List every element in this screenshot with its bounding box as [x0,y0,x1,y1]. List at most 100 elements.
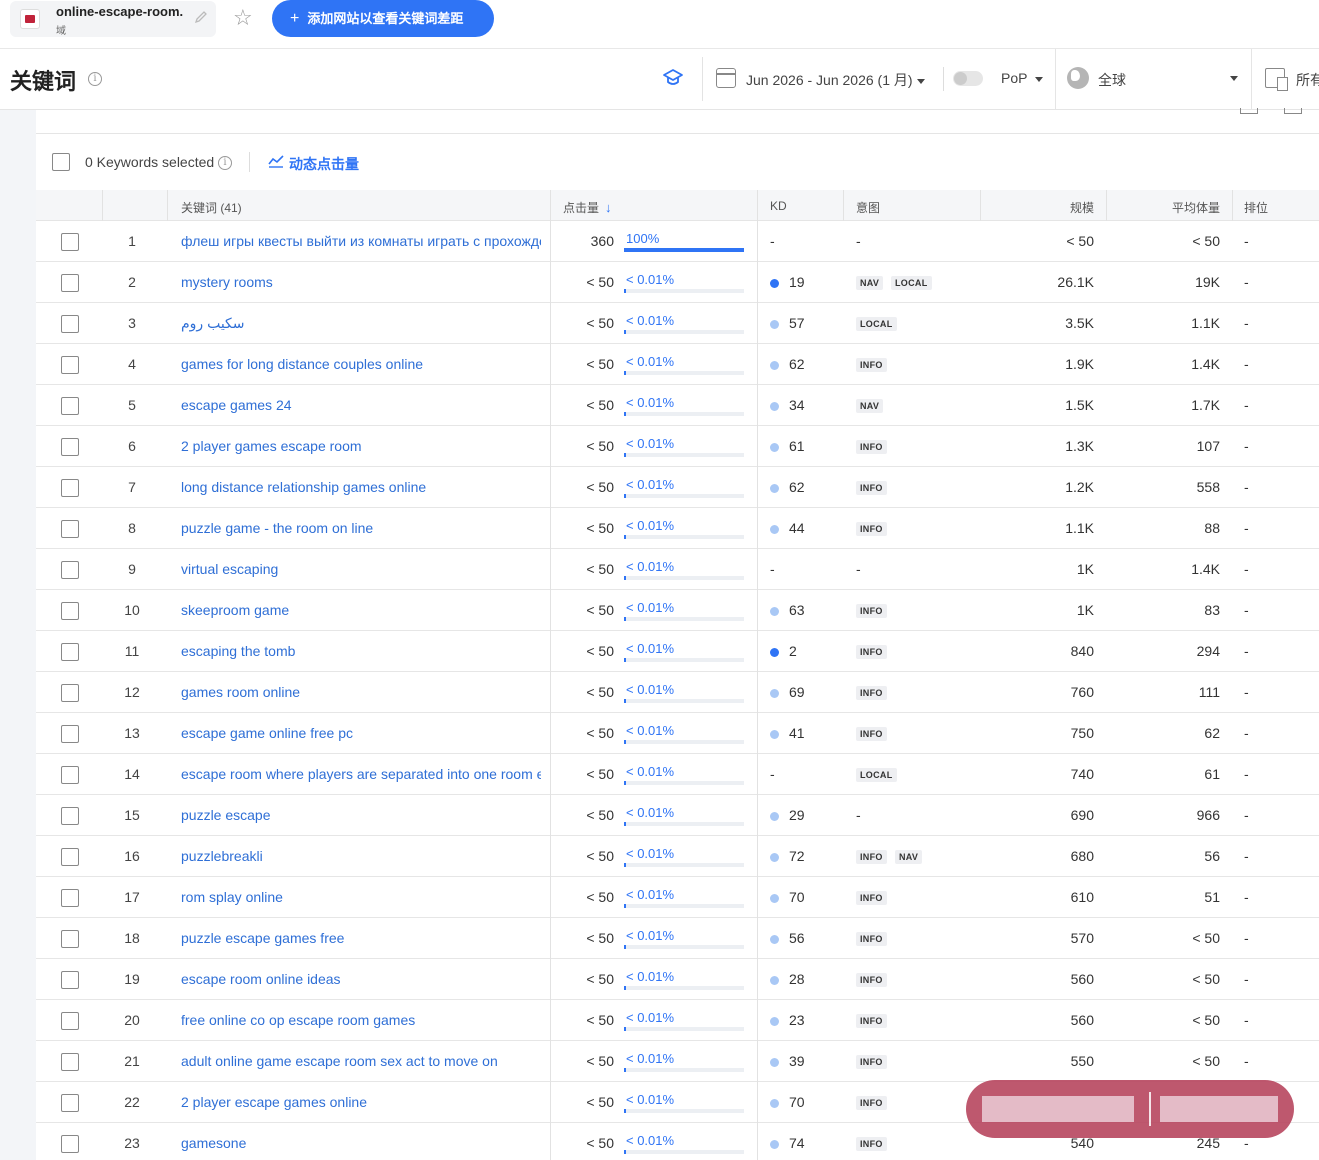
row-checkbox[interactable] [61,274,79,292]
table-row[interactable]: 3 سكيب روم < 50 < 0.01% 57 LOCAL 3.5K 1.1K - [36,303,1319,344]
trend-chart-icon[interactable] [268,154,284,168]
compare-toggle[interactable] [953,71,983,86]
table-row[interactable]: 18 puzzle escape games free < 50 < 0.01% 56 I… [36,918,1319,959]
row-checkbox[interactable] [61,479,79,497]
row-checkbox[interactable] [61,315,79,333]
keyword-link[interactable]: 2 player games escape room [181,438,541,454]
add-site-compare-button[interactable]: + 添加网站以查看关键词差距 [272,0,494,37]
column-divider [757,918,758,959]
device-select-label[interactable]: 所有 [1296,70,1319,90]
keyword-link[interactable]: free online co op escape room games [181,1012,541,1028]
favorite-star-icon[interactable]: ☆ [233,6,253,30]
row-checkbox[interactable] [61,930,79,948]
kd-column-header[interactable]: KD [770,199,787,213]
table-row[interactable]: 9 virtual escaping < 50 < 0.01% - - 1K 1.4K - [36,549,1319,590]
row-checkbox[interactable] [61,1053,79,1071]
selected-info-icon[interactable]: i [218,156,232,170]
region-chevron-down-icon[interactable] [1230,76,1238,81]
row-checkbox[interactable] [61,1135,79,1153]
keyword-link[interactable]: skeeproom game [181,602,541,618]
row-checkbox[interactable] [61,233,79,251]
date-range-picker[interactable]: Jun 2026 - Jun 2026 (1 月) [746,70,925,90]
table-view-icon[interactable] [1240,108,1258,114]
column-divider [757,344,758,385]
domain-chip[interactable]: online-escape-room... 域 [10,1,216,37]
volume-column-header[interactable]: 规模 [996,199,1094,216]
column-divider [757,508,758,549]
title-info-icon[interactable]: i [88,72,102,86]
keyword-link[interactable]: puzzle escape games free [181,930,541,946]
table-row[interactable]: 14 escape room where players are separate… [36,754,1319,795]
rank-column-header[interactable]: 排位 [1244,199,1268,216]
row-checkbox[interactable] [61,807,79,825]
row-checkbox[interactable] [61,1012,79,1030]
avg-volume-value: 61 [1204,766,1220,782]
row-checkbox[interactable] [61,397,79,415]
keyword-link[interactable]: gamesone [181,1135,541,1151]
clicks-value: < 50 [586,766,614,782]
comparison-select[interactable]: PoP [1001,70,1044,86]
select-all-checkbox[interactable] [52,153,70,171]
row-checkbox[interactable] [61,643,79,661]
table-row[interactable]: 12 games room online < 50 < 0.01% 69 INFO 760 1… [36,672,1319,713]
keyword-link[interactable]: escape games 24 [181,397,541,413]
row-checkbox[interactable] [61,561,79,579]
table-row[interactable]: 21 adult online game escape room sex act … [36,1041,1319,1082]
table-row[interactable]: 7 long distance relationship games online… [36,467,1319,508]
keyword-link[interactable]: adult online game escape room sex act to… [181,1053,541,1069]
row-checkbox[interactable] [61,438,79,456]
keyword-column-header[interactable]: 关键词 (41) [181,199,242,216]
keyword-link[interactable]: virtual escaping [181,561,541,577]
export-icon[interactable] [1284,108,1302,114]
keyword-link[interactable]: 2 player escape games online [181,1094,541,1110]
keyword-link[interactable]: puzzle escape [181,807,541,823]
row-checkbox[interactable] [61,725,79,743]
table-row[interactable]: 2 mystery rooms < 50 < 0.01% 19 NAV LOCAL 26.1K… [36,262,1319,303]
table-row[interactable]: 17 rom splay online < 50 < 0.01% 70 INFO 610 51… [36,877,1319,918]
table-row[interactable]: 1 флеш игры квесты выйти из комнаты играт… [36,221,1319,262]
row-checkbox[interactable] [61,848,79,866]
row-checkbox[interactable] [61,520,79,538]
table-row[interactable]: 10 skeeproom game < 50 < 0.01% 63 INFO 1K 83 - [36,590,1319,631]
table-row[interactable]: 4 games for long distance couples online <… [36,344,1319,385]
keyword-link[interactable]: long distance relationship games online [181,479,541,495]
clicks-column-header[interactable]: 点击量 ↓ [563,199,612,216]
row-checkbox[interactable] [61,889,79,907]
row-checkbox[interactable] [61,1094,79,1112]
row-checkbox[interactable] [61,602,79,620]
academy-cap-icon[interactable] [662,67,684,89]
keyword-link[interactable]: mystery rooms [181,274,541,290]
keyword-link[interactable]: escape game online free pc [181,725,541,741]
keyword-link[interactable]: puzzle game - the room on line [181,520,541,536]
intent-badge: LOCAL [856,317,897,331]
keyword-link[interactable]: rom splay online [181,889,541,905]
table-row[interactable]: 11 escaping the tomb < 50 < 0.01% 2 INFO 840 29… [36,631,1319,672]
table-row[interactable]: 6 2 player games escape room < 50 < 0.01% 61… [36,426,1319,467]
keyword-link[interactable]: флеш игры квесты выйти из комнаты играть… [181,233,541,249]
keyword-link[interactable]: escaping the tomb [181,643,541,659]
table-row[interactable]: 8 puzzle game - the room on line < 50 < 0.0… [36,508,1319,549]
keyword-link[interactable]: games for long distance couples online [181,356,541,372]
keyword-link[interactable]: games room online [181,684,541,700]
row-checkbox[interactable] [61,971,79,989]
rank-value: - [1244,766,1249,782]
keyword-link[interactable]: escape room online ideas [181,971,541,987]
edit-icon[interactable] [194,10,210,26]
keyword-link[interactable]: puzzlebreakli [181,848,541,864]
avg-volume-column-header[interactable]: 平均体量 [1121,199,1220,216]
row-checkbox[interactable] [61,356,79,374]
region-select-label[interactable]: 全球 [1098,70,1126,90]
table-row[interactable]: 19 escape room online ideas < 50 < 0.01% 28 I… [36,959,1319,1000]
intent-column-header[interactable]: 意图 [856,199,880,216]
row-checkbox[interactable] [61,684,79,702]
keyword-link[interactable]: سكيب روم [181,315,541,332]
table-row[interactable]: 5 escape games 24 < 50 < 0.01% 34 NAV 1.5K 1.7K… [36,385,1319,426]
table-row[interactable]: 13 escape game online free pc < 50 < 0.01% 4… [36,713,1319,754]
dynamic-clicks-button[interactable]: 动态点击量 [289,154,359,174]
table-row[interactable]: 15 puzzle escape < 50 < 0.01% 29 - 690 966 - [36,795,1319,836]
table-row[interactable]: 20 free online co op escape room games < 5… [36,1000,1319,1041]
row-checkbox[interactable] [61,766,79,784]
calendar-icon[interactable] [716,68,736,88]
table-row[interactable]: 16 puzzlebreakli < 50 < 0.01% 72 INFO NAV 680 56… [36,836,1319,877]
keyword-link[interactable]: escape room where players are separated … [181,766,541,782]
